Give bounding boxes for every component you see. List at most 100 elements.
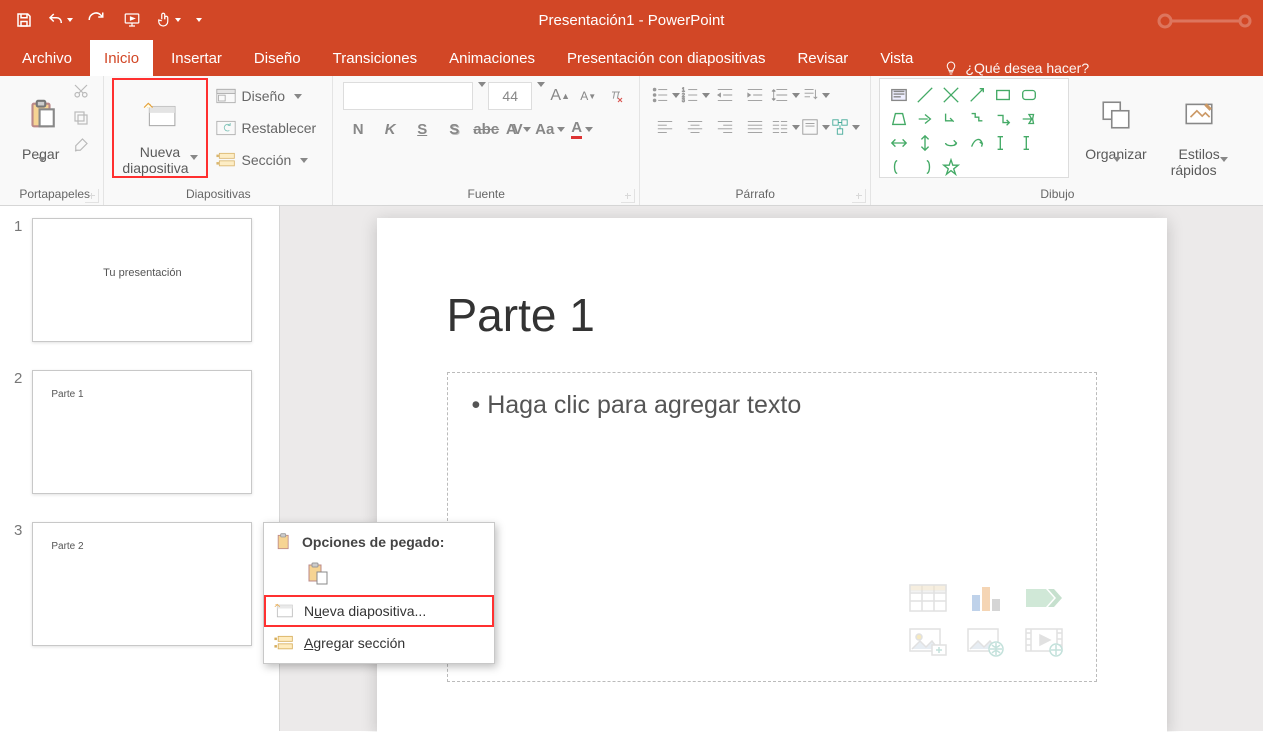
ctx-paste-options-header: Opciones de pegado: (264, 527, 494, 557)
insert-picture-icon[interactable] (904, 625, 952, 659)
group-portapapeles-label: Portapapeles (14, 187, 95, 205)
italic-button[interactable]: K (375, 116, 405, 142)
font-size-combo[interactable]: 44 (488, 82, 532, 110)
estilos-label: Estilos rápidos (1171, 146, 1220, 177)
save-icon[interactable] (8, 4, 40, 36)
line-spacing-button[interactable] (770, 82, 800, 108)
decrease-indent-button[interactable] (710, 82, 740, 108)
copy-icon[interactable] (72, 109, 90, 132)
ctx-paste-options-label: Opciones de pegado: (302, 534, 444, 550)
undo-icon[interactable] (44, 4, 76, 36)
format-painter-icon[interactable] (72, 136, 90, 159)
justify-button[interactable] (740, 114, 770, 140)
tell-me-search[interactable]: ¿Qué desea hacer? (943, 60, 1089, 76)
align-center-button[interactable] (680, 114, 710, 140)
slide-title-placeholder[interactable]: Parte 1 (447, 288, 1097, 342)
strikethrough-button[interactable]: abc (471, 116, 501, 142)
font-color-button[interactable]: A (567, 116, 597, 142)
columns-button[interactable] (770, 114, 800, 140)
clear-formatting-icon[interactable] (603, 82, 629, 110)
qat-customize-icon[interactable] (188, 4, 208, 36)
insert-smartart-icon[interactable] (1020, 581, 1068, 615)
tab-transiciones[interactable]: Transiciones (319, 40, 431, 76)
content-placeholder[interactable]: • Haga clic para agregar texto (447, 372, 1097, 682)
nueva-diapositiva-label: Nueva diapositiva (122, 144, 188, 175)
work-area: 1 Tu presentación 2 Parte 1 3 Parte 2 Pa… (0, 206, 1263, 731)
organizar-button[interactable]: Organizar (1077, 78, 1154, 178)
slide-thumbnail-2[interactable]: Parte 1 (32, 370, 252, 494)
fuente-launcher-icon[interactable] (621, 189, 635, 203)
paste-keep-source-icon[interactable] (302, 559, 332, 589)
font-name-combo[interactable] (343, 82, 473, 110)
insert-table-icon[interactable] (904, 581, 952, 615)
text-direction-button[interactable] (800, 82, 830, 108)
slide-thumbnail-pane: 1 Tu presentación 2 Parte 1 3 Parte 2 (0, 206, 280, 731)
restablecer-label: Restablecer (242, 120, 317, 136)
tab-presentacion[interactable]: Presentación con diapositivas (553, 40, 779, 76)
group-fuente-label: Fuente (341, 187, 631, 205)
group-diapositivas-label: Diapositivas (112, 187, 324, 205)
svg-text:3: 3 (682, 98, 685, 104)
ribbon: Pegar Portapapeles Nueva diapositiva Dis… (0, 76, 1263, 206)
shapes-gallery[interactable] (879, 78, 1069, 178)
cut-icon[interactable] (72, 82, 90, 105)
seccion-button[interactable]: Sección (212, 146, 321, 174)
seccion-label: Sección (242, 152, 292, 168)
shadow-button[interactable]: S (439, 116, 469, 142)
ctx-nueva-diapositiva[interactable]: Nueva diapositiva... (264, 595, 494, 627)
tell-me-label: ¿Qué desea hacer? (965, 60, 1089, 76)
bold-button[interactable]: N (343, 116, 373, 142)
nueva-diapositiva-button[interactable]: Nueva diapositiva (112, 78, 207, 178)
diseno-diapositiva-button[interactable]: Diseño (212, 82, 321, 110)
bullets-button[interactable] (650, 82, 680, 108)
content-placeholder-icons (904, 581, 1068, 659)
underline-button[interactable]: S (407, 116, 437, 142)
touch-mode-icon[interactable] (152, 4, 184, 36)
align-left-button[interactable] (650, 114, 680, 140)
redo-icon[interactable] (80, 4, 112, 36)
tab-revisar[interactable]: Revisar (783, 40, 862, 76)
group-fuente: 44 A▲ A▼ N K S S abc AV Aa A Fuente (332, 76, 639, 205)
estilos-rapidos-button[interactable]: Estilos rápidos (1163, 78, 1236, 178)
thumb-1-title: Tu presentación (51, 267, 233, 279)
increase-font-icon[interactable]: A▲ (547, 82, 573, 110)
group-diapositivas: Nueva diapositiva Diseño Restablecer Sec… (103, 76, 332, 205)
insert-online-picture-icon[interactable] (962, 625, 1010, 659)
char-spacing-button[interactable]: AV (503, 116, 533, 142)
insert-chart-icon[interactable] (962, 581, 1010, 615)
title-bar: Presentación1 - PowerPoint (0, 0, 1263, 40)
restablecer-button[interactable]: Restablecer (212, 114, 321, 142)
tab-animaciones[interactable]: Animaciones (435, 40, 549, 76)
decrease-font-icon[interactable]: A▼ (575, 82, 601, 110)
increase-indent-button[interactable] (740, 82, 770, 108)
tab-inicio[interactable]: Inicio (90, 40, 153, 76)
insert-video-icon[interactable] (1020, 625, 1068, 659)
titlebar-decoration (1153, 4, 1253, 43)
group-parrafo: 123 Párrafo (639, 76, 870, 205)
thumb-3-title: Parte 2 (51, 541, 233, 552)
pegar-button[interactable]: Pegar (14, 78, 67, 178)
tab-diseno[interactable]: Diseño (240, 40, 315, 76)
tab-archivo[interactable]: Archivo (8, 40, 86, 76)
tab-insertar[interactable]: Insertar (157, 40, 236, 76)
slide-thumbnail-1[interactable]: Tu presentación (32, 218, 252, 342)
group-portapapeles: Pegar Portapapeles (6, 76, 103, 205)
numbering-button[interactable]: 123 (680, 82, 710, 108)
ctx-agregar-seccion[interactable]: Agregar sección (264, 627, 494, 659)
tab-vista[interactable]: Vista (866, 40, 927, 76)
paste-icon (274, 532, 294, 552)
align-text-button[interactable] (800, 114, 830, 140)
parrafo-launcher-icon[interactable] (852, 189, 866, 203)
align-right-button[interactable] (710, 114, 740, 140)
change-case-button[interactable]: Aa (535, 116, 565, 142)
slide-thumbnail-3[interactable]: Parte 2 (32, 522, 252, 646)
thumb-num-1: 1 (14, 218, 22, 342)
present-from-start-icon[interactable] (116, 4, 148, 36)
context-menu: Opciones de pegado: Nueva diapositiva...… (263, 522, 495, 664)
smartart-button[interactable] (830, 114, 860, 140)
ctx-nueva-label: Nueva diapositiva... (304, 603, 426, 619)
slide-canvas[interactable]: Parte 1 • Haga clic para agregar texto (377, 218, 1167, 732)
portapapeles-launcher-icon[interactable] (85, 189, 99, 203)
group-dibujo: Organizar Estilos rápidos Dibujo (870, 76, 1243, 205)
thumb-num-3: 3 (14, 522, 22, 646)
